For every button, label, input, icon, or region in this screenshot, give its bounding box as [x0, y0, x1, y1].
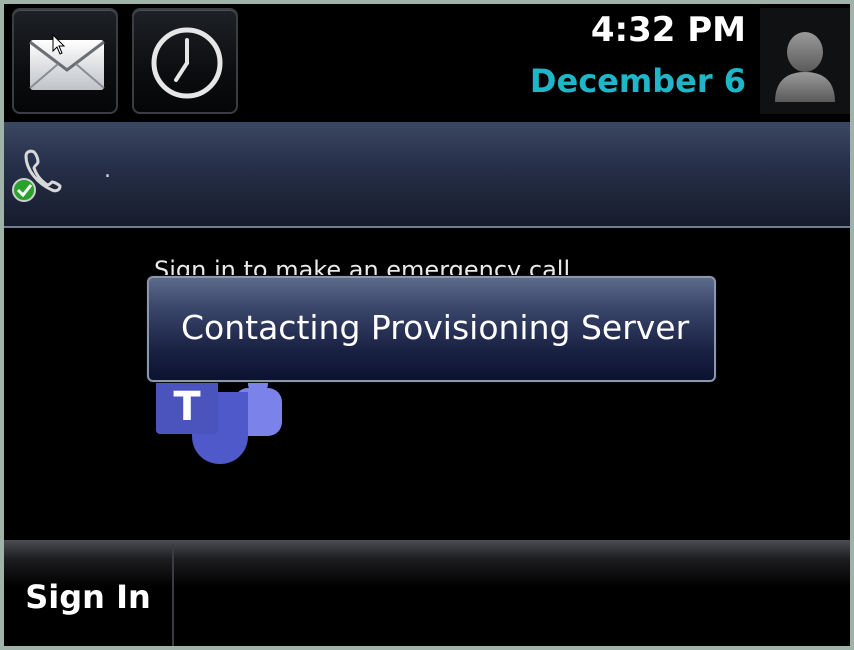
- softkey-divider: [172, 544, 174, 646]
- line-key-bar[interactable]: .: [4, 122, 850, 228]
- user-avatar-icon: [775, 32, 835, 102]
- clock-time: 4:32 PM: [590, 10, 746, 50]
- messages-button[interactable]: [12, 8, 118, 114]
- main-area: Sign in to make an emergency call T Cont…: [4, 230, 850, 540]
- mouse-cursor-icon: [52, 34, 66, 55]
- clock-date: December 6: [529, 62, 746, 100]
- recent-calls-button[interactable]: [132, 8, 238, 114]
- line-label: .: [104, 158, 111, 183]
- user-avatar[interactable]: [760, 8, 850, 114]
- phone-registered-icon: [12, 149, 62, 202]
- status-popup: Contacting Provisioning Server: [147, 276, 716, 382]
- top-bar: 4:32 PM December 6: [4, 4, 850, 122]
- svg-text:T: T: [173, 384, 201, 430]
- clock-icon: [151, 27, 223, 99]
- popup-message: Contacting Provisioning Server: [181, 308, 690, 347]
- softkey-bar: Sign In: [4, 540, 850, 646]
- sign-in-softkey[interactable]: Sign In: [4, 540, 172, 646]
- mail-icon: [29, 40, 105, 90]
- microsoft-teams-icon: T: [156, 378, 282, 464]
- phone-screen: 4:32 PM December 6 . Sign in to make an …: [4, 4, 850, 646]
